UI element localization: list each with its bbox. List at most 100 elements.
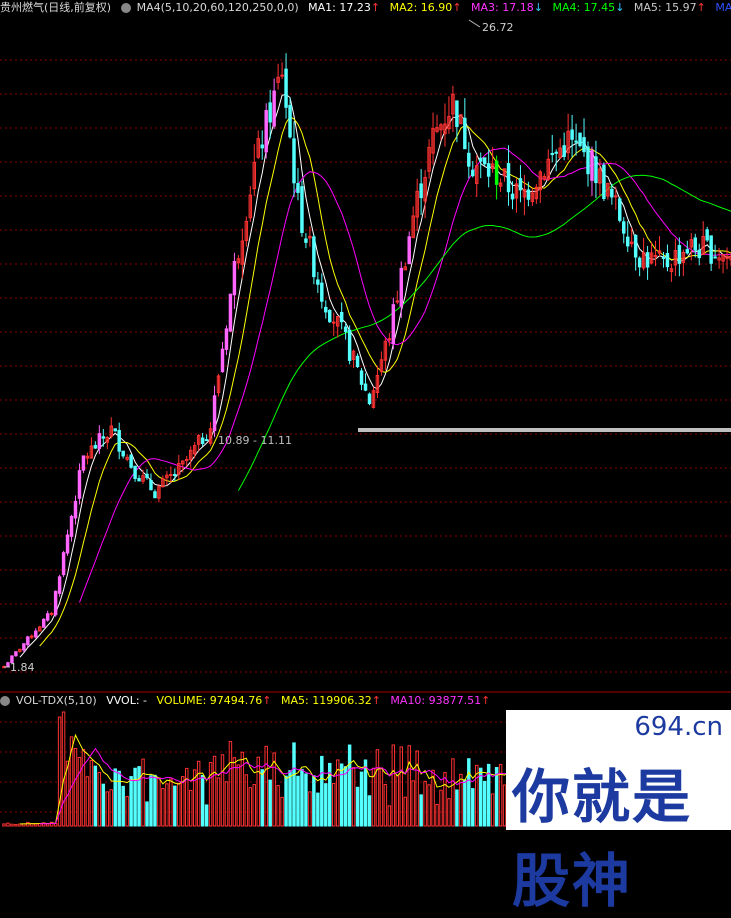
- candle-body[interactable]: [710, 236, 712, 263]
- volume-bar[interactable]: [174, 786, 176, 826]
- candle-body[interactable]: [66, 535, 68, 553]
- volume-bar[interactable]: [146, 802, 148, 826]
- candle-body[interactable]: [368, 394, 370, 403]
- candle-body[interactable]: [15, 652, 17, 656]
- volume-bar[interactable]: [301, 769, 303, 826]
- candle-body[interactable]: [634, 235, 636, 257]
- candle-body[interactable]: [360, 371, 362, 384]
- volume-bar[interactable]: [408, 746, 410, 826]
- candle-body[interactable]: [134, 466, 136, 478]
- volume-bar[interactable]: [392, 745, 394, 826]
- settings-gear-icon[interactable]: [121, 3, 131, 13]
- candle-body[interactable]: [201, 438, 203, 443]
- volume-bar[interactable]: [205, 805, 207, 826]
- volume-bar[interactable]: [186, 768, 188, 826]
- volume-bar[interactable]: [261, 770, 263, 826]
- volume-bar[interactable]: [197, 761, 199, 826]
- ma4-params[interactable]: MA4(5,10,20,60,120,250,0,0): [137, 1, 299, 14]
- candle-body[interactable]: [527, 190, 529, 199]
- volume-bar[interactable]: [126, 797, 128, 826]
- candle-body[interactable]: [94, 445, 96, 448]
- volume-bar[interactable]: [491, 794, 493, 826]
- candle-body[interactable]: [78, 471, 80, 499]
- candle-body[interactable]: [35, 631, 37, 637]
- volume-bar[interactable]: [35, 824, 37, 826]
- candle-body[interactable]: [273, 91, 275, 126]
- candle-body[interactable]: [221, 349, 223, 371]
- candle-body[interactable]: [122, 451, 124, 456]
- candle-body[interactable]: [575, 141, 577, 142]
- volume-bar[interactable]: [209, 763, 211, 826]
- volume-bar[interactable]: [241, 752, 243, 826]
- candle-body[interactable]: [392, 305, 394, 344]
- volume-bar[interactable]: [7, 823, 9, 826]
- volume-bar[interactable]: [213, 756, 215, 826]
- volume-bar[interactable]: [189, 790, 191, 826]
- volume-bar[interactable]: [452, 759, 454, 826]
- volume-bar[interactable]: [74, 749, 76, 826]
- candle-body[interactable]: [356, 356, 358, 366]
- candle-body[interactable]: [62, 553, 64, 575]
- volume-bar[interactable]: [281, 797, 283, 826]
- candle-body[interactable]: [7, 663, 9, 667]
- volume-bar[interactable]: [317, 793, 319, 826]
- candle-body[interactable]: [623, 222, 625, 233]
- candle-body[interactable]: [174, 475, 176, 476]
- candle-body[interactable]: [464, 118, 466, 148]
- candle-body[interactable]: [587, 147, 589, 174]
- candle-body[interactable]: [483, 158, 485, 164]
- candle-body[interactable]: [213, 396, 215, 431]
- volume-bar[interactable]: [158, 778, 160, 826]
- volume-bar[interactable]: [102, 784, 104, 826]
- volume-bar[interactable]: [122, 786, 124, 826]
- candle-body[interactable]: [551, 154, 553, 155]
- volume-bar[interactable]: [340, 764, 342, 826]
- candle-body[interactable]: [186, 459, 188, 460]
- candle-body[interactable]: [293, 139, 295, 183]
- volume-bar[interactable]: [130, 777, 132, 826]
- volume-bar[interactable]: [201, 775, 203, 826]
- volume-bar[interactable]: [428, 785, 430, 826]
- volume-bar[interactable]: [150, 776, 152, 826]
- candle-body[interactable]: [317, 280, 319, 284]
- candle-body[interactable]: [313, 237, 315, 277]
- volume-bar[interactable]: [142, 759, 144, 826]
- volume-bar[interactable]: [376, 750, 378, 826]
- candle-body[interactable]: [408, 237, 410, 264]
- candle-body[interactable]: [114, 429, 116, 431]
- candle-body[interactable]: [98, 434, 100, 449]
- candle-body[interactable]: [321, 283, 323, 301]
- volume-bar[interactable]: [98, 772, 100, 826]
- volume-bar[interactable]: [82, 750, 84, 826]
- volume-bar[interactable]: [440, 790, 442, 826]
- volume-bar[interactable]: [170, 779, 172, 826]
- candle-body[interactable]: [694, 238, 696, 250]
- candle-body[interactable]: [519, 179, 521, 190]
- candle-body[interactable]: [42, 619, 44, 627]
- volume-bar[interactable]: [118, 771, 120, 826]
- candle-body[interactable]: [225, 329, 227, 350]
- volume-bar[interactable]: [456, 790, 458, 826]
- candle-body[interactable]: [507, 164, 509, 192]
- volume-bar[interactable]: [217, 778, 219, 826]
- candle-body[interactable]: [50, 613, 52, 614]
- volume-bar[interactable]: [257, 757, 259, 826]
- candle-body[interactable]: [146, 474, 148, 477]
- volume-bar[interactable]: [166, 784, 168, 826]
- candle-body[interactable]: [698, 250, 700, 257]
- volume-bar[interactable]: [483, 781, 485, 826]
- candle-body[interactable]: [678, 246, 680, 264]
- volume-bar[interactable]: [134, 768, 136, 826]
- candle-body[interactable]: [82, 456, 84, 470]
- volume-bar[interactable]: [94, 766, 96, 826]
- candle-body[interactable]: [305, 239, 307, 242]
- stock-title[interactable]: 贵州燃气(日线,前复权): [0, 1, 111, 14]
- volume-bar[interactable]: [464, 780, 466, 826]
- volume-bar[interactable]: [78, 757, 80, 826]
- candle-body[interactable]: [714, 257, 716, 258]
- candle-body[interactable]: [619, 199, 621, 220]
- candle-body[interactable]: [154, 492, 156, 498]
- volume-bar[interactable]: [162, 789, 164, 826]
- volume-bar[interactable]: [86, 777, 88, 826]
- candle-body[interactable]: [511, 194, 513, 199]
